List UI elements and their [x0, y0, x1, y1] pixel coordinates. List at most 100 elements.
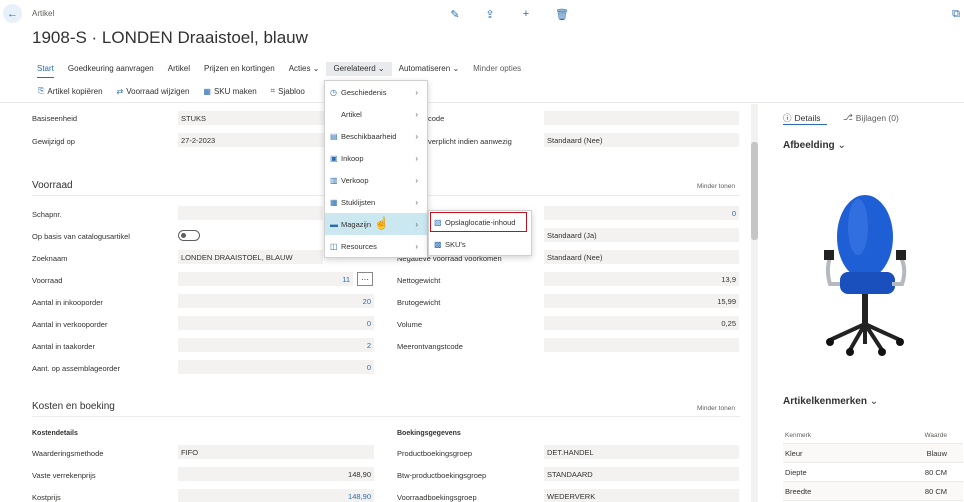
- template-icon: ⌗: [270, 86, 276, 95]
- attr-col-value: Waarde: [924, 432, 947, 439]
- inv-posting-field[interactable]: WEDERVERK: [544, 489, 739, 502]
- tab-actions-label: Acties: [288, 64, 311, 73]
- right-inv-field-1[interactable]: 0: [544, 206, 739, 220]
- tab-automate[interactable]: Automatiseren ⌄: [392, 62, 467, 76]
- warehouse-icon: ▬: [330, 219, 338, 229]
- standard-cost-field[interactable]: 148,90: [178, 467, 374, 481]
- breadcrumb: Artikel: [32, 9, 55, 18]
- tab-details[interactable]: ⓘ Details: [783, 112, 821, 124]
- table-row: Kleur Blauw: [783, 444, 963, 463]
- share-icon[interactable]: ⇪: [483, 7, 497, 21]
- menu-item-sales[interactable]: ▥ Verkoop ›: [325, 169, 427, 191]
- over-receipt-label: Meerontvangstcode: [397, 342, 463, 351]
- shelf-field[interactable]: [178, 206, 323, 220]
- tab-related[interactable]: Gerelateerd ⌄: [326, 62, 392, 76]
- delete-icon[interactable]: 🗑: [555, 7, 569, 21]
- shelf-label: Schapnr.: [32, 210, 62, 219]
- table-row: Breedte 80 CM: [783, 482, 963, 501]
- adjust-icon: ⇄: [116, 86, 124, 96]
- availability-icon: ▤: [330, 131, 338, 141]
- volume-field[interactable]: 0,25: [544, 316, 739, 330]
- tab-attachments-label: Bijlagen (0): [855, 112, 899, 123]
- purchase-qty-field[interactable]: 20: [178, 294, 374, 308]
- right-label-2: verplicht indien aanwezig: [428, 137, 512, 146]
- search-name-field[interactable]: LONDEN DRAAISTOEL, BLAUW: [178, 250, 323, 264]
- adjust-inventory-button[interactable]: ⇄ Voorraad wijzigen: [117, 86, 190, 96]
- tab-automate-label: Automatiseren: [398, 64, 451, 73]
- more-options-icon[interactable]: ⋯: [357, 272, 373, 286]
- prevent-negative-field[interactable]: Standaard (Nee): [544, 250, 739, 264]
- right-label-1: code: [428, 114, 445, 123]
- modified-label: Gewijzigd op: [32, 137, 75, 146]
- tab-prices[interactable]: Prijzen en kortingen: [197, 62, 282, 76]
- menu-item-label: Magazijn: [341, 219, 372, 229]
- costing-method-field[interactable]: FIFO: [178, 445, 374, 459]
- tab-details-label: Details: [794, 113, 821, 123]
- inventory-section-title: Voorraad: [32, 180, 73, 191]
- tab-actions[interactable]: Acties ⌄: [282, 62, 327, 76]
- base-unit-label: Basiseenheid: [32, 114, 78, 123]
- chevron-down-icon: ⌄: [869, 396, 879, 407]
- stock-field[interactable]: 11: [178, 272, 353, 286]
- copy-icon: ⎘: [38, 86, 45, 95]
- right-field-2[interactable]: Standaard (Nee): [544, 133, 739, 147]
- right-field-1[interactable]: [544, 111, 739, 125]
- paperclip-icon: ⎇: [843, 112, 853, 122]
- right-inv-field-2[interactable]: Standaard (Ja): [544, 228, 739, 242]
- tab-start[interactable]: Start: [32, 62, 61, 78]
- submenu-skus[interactable]: ▩ SKU's: [429, 233, 531, 255]
- unit-cost-label: Kostprijs: [32, 493, 61, 502]
- inv-posting-label: Voorraadboekingsgroep: [397, 493, 477, 502]
- menu-item-availability[interactable]: ▤ Beschikbaarheid ›: [325, 125, 427, 147]
- add-icon[interactable]: +: [519, 7, 533, 21]
- assembly-qty-field[interactable]: 0: [178, 360, 374, 374]
- net-weight-field[interactable]: 13,9: [544, 272, 739, 286]
- copy-item-label: Artikel kopiëren: [47, 86, 103, 96]
- fewer-options-link[interactable]: Minder opties: [466, 62, 528, 76]
- menu-item-label: Stuklijsten: [341, 197, 376, 207]
- tab-approval[interactable]: Goedkeuring aanvragen: [61, 62, 161, 76]
- menu-item-bom[interactable]: ▦ Stuklijsten ›: [325, 191, 427, 213]
- job-qty-label: Aantal in taakorder: [32, 342, 95, 351]
- back-button[interactable]: ←: [3, 4, 22, 23]
- attr-name: Breedte: [785, 486, 812, 496]
- tab-attachments[interactable]: ⎇ Bijlagen (0): [843, 112, 899, 123]
- vat-prod-posting-field[interactable]: STANDAARD: [544, 467, 739, 481]
- action-bar-tabs: Start Goedkeuring aanvragen Artikel Prij…: [32, 62, 528, 78]
- posting-details-title: Boekingsgegevens: [397, 430, 461, 437]
- gen-prod-posting-label: Productboekingsgroep: [397, 449, 473, 458]
- menu-item-purchase[interactable]: ▣ Inkoop ›: [325, 147, 427, 169]
- menu-item-item[interactable]: Artikel ›: [325, 103, 427, 125]
- gross-weight-field[interactable]: 15,99: [544, 294, 739, 308]
- scrollbar-thumb[interactable]: [751, 142, 758, 240]
- create-sku-label: SKU maken: [213, 86, 257, 96]
- over-receipt-field[interactable]: [544, 338, 739, 352]
- stock-label: Voorraad: [32, 276, 63, 285]
- purchase-qty-label: Aantal in inkooporder: [32, 298, 103, 307]
- create-sku-button[interactable]: ▦ SKU maken: [203, 86, 256, 96]
- costs-show-less[interactable]: Minder tonen: [697, 405, 735, 412]
- catalog-toggle[interactable]: [178, 230, 200, 241]
- page-title: 1908-S · LONDEN Draaistoel, blauw: [32, 28, 308, 47]
- attributes-title-label: Artikelkenmerken: [783, 396, 867, 407]
- chevron-down-icon: ⌄: [312, 64, 320, 73]
- attributes-title[interactable]: Artikelkenmerken ⌄: [783, 396, 878, 407]
- sales-qty-field[interactable]: 0: [178, 316, 374, 330]
- image-title[interactable]: Afbeelding ⌄: [783, 140, 846, 151]
- menu-item-history[interactable]: ◷ Geschiedenis ›: [325, 81, 427, 103]
- tab-item[interactable]: Artikel: [161, 62, 197, 76]
- inventory-show-less[interactable]: Minder tonen: [697, 183, 735, 190]
- attributes-table: Kenmerk Waarde Kleur Blauw Diepte 80 CM …: [783, 428, 963, 501]
- open-new-window-icon[interactable]: ⧉: [949, 7, 963, 21]
- copy-item-button[interactable]: ⎘ Artikel kopiëren: [38, 86, 103, 96]
- chevron-down-icon: ⌄: [837, 140, 846, 151]
- unit-cost-field[interactable]: 148,90: [178, 489, 374, 502]
- job-qty-field[interactable]: 2: [178, 338, 374, 352]
- tab-details-underline: [783, 124, 827, 125]
- attr-value: 80 CM: [924, 467, 947, 477]
- menu-item-resources[interactable]: ◫ Resources ›: [325, 235, 427, 257]
- gen-prod-posting-field[interactable]: DET.HANDEL: [544, 445, 739, 459]
- edit-icon[interactable]: ✎: [448, 7, 462, 21]
- costs-section-title: Kosten en boeking: [32, 401, 115, 412]
- template-button[interactable]: ⌗ Sjabloo: [271, 86, 305, 96]
